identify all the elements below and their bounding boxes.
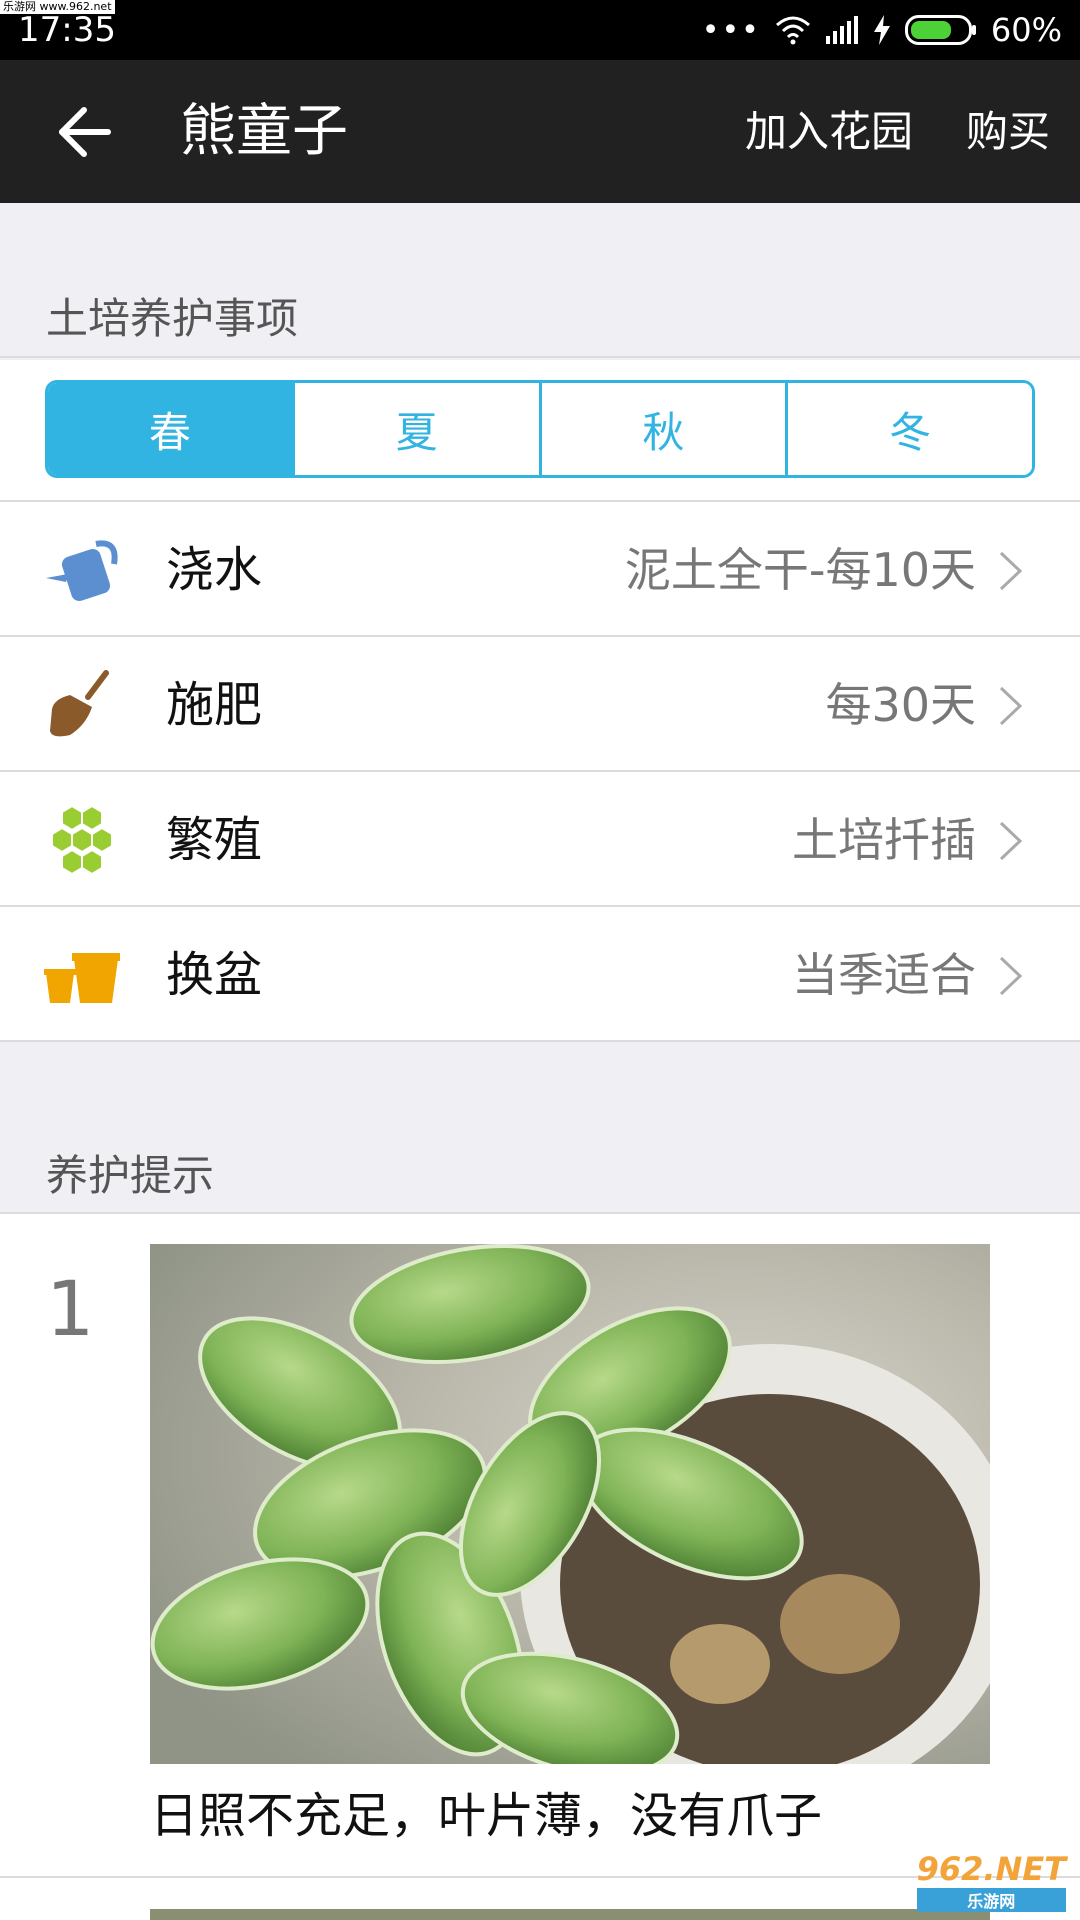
back-arrow-icon[interactable] <box>54 102 114 162</box>
add-to-garden-button[interactable]: 加入花园 <box>745 104 913 160</box>
watering-can-icon <box>46 540 118 601</box>
page-title: 熊童子 <box>180 99 348 164</box>
more-dots-icon: ••• <box>701 12 761 48</box>
battery-icon <box>904 15 976 45</box>
tip-caption: 日照不充足，叶片薄，没有爪子 <box>150 1788 823 1844</box>
succulent-photo <box>150 1244 990 1764</box>
app-bar: 熊童子 加入花园 购买 <box>0 60 1080 203</box>
care-row-watering[interactable]: 浇水 泥土全干-每10天 <box>0 502 1080 637</box>
hexagon-cluster-icon <box>51 804 113 876</box>
care-list: 浇水 泥土全干-每10天 施肥 每30天 繁殖 土培扦插 换盆 当季适合 <box>0 502 1080 1042</box>
battery-percent: 60% <box>990 11 1062 49</box>
tips-section-header: 养护提示 <box>0 1042 1080 1212</box>
care-row-fertilizing[interactable]: 施肥 每30天 <box>0 637 1080 772</box>
season-segmented-control: 春 夏 秋 冬 <box>45 380 1035 478</box>
tip-number: 1 <box>46 1264 95 1353</box>
care-label: 施肥 <box>166 677 263 733</box>
next-tip-photo-edge <box>150 1909 990 1920</box>
section-title: 养护提示 <box>46 1151 215 1200</box>
chevron-right-icon <box>999 686 1023 726</box>
watermark-logo: 962.NET 乐游网 <box>916 1850 1066 1912</box>
chevron-right-icon <box>999 956 1023 996</box>
charging-bolt-icon <box>873 15 890 45</box>
care-value: 当季适合 <box>792 948 976 1002</box>
buy-button[interactable]: 购买 <box>966 104 1050 160</box>
care-row-repotting[interactable]: 换盆 当季适合 <box>0 907 1080 1042</box>
tab-spring[interactable]: 春 <box>48 383 292 475</box>
tab-summer[interactable]: 夏 <box>291 383 539 475</box>
divider <box>0 356 1080 358</box>
watermark-brand: 962.NET <box>916 1850 1066 1888</box>
tips-list: 1 日照不充足，叶片薄，没有爪子 962.NET 乐游网 <box>0 1212 1080 1920</box>
season-tabs-container: 春 夏 秋 冬 <box>0 360 1080 500</box>
care-label: 繁殖 <box>166 812 263 868</box>
cell-signal-icon <box>825 16 858 44</box>
flower-pot-icon <box>44 953 120 1003</box>
care-value: 泥土全干-每10天 <box>624 543 976 597</box>
watermark-sub: 乐游网 <box>916 1888 1066 1912</box>
care-label: 浇水 <box>166 542 263 598</box>
chevron-right-icon <box>999 551 1023 591</box>
care-label: 换盆 <box>166 947 263 1003</box>
care-row-propagation[interactable]: 繁殖 土培扦插 <box>0 772 1080 907</box>
tab-autumn[interactable]: 秋 <box>538 383 786 475</box>
care-value: 每30天 <box>825 678 976 732</box>
soil-care-section-header: 土培养护事项 <box>0 203 1080 358</box>
trowel-icon <box>50 670 109 737</box>
status-icons: ••• 60% <box>702 10 1062 50</box>
care-value: 土培扦插 <box>792 813 976 867</box>
status-time: 17:35 <box>18 10 116 50</box>
tab-winter[interactable]: 冬 <box>785 383 1032 475</box>
status-bar: 乐游网 www.962.net 17:35 ••• 60% <box>0 0 1080 60</box>
section-title: 土培养护事项 <box>46 294 299 343</box>
chevron-right-icon <box>999 821 1023 861</box>
wifi-icon <box>775 16 810 45</box>
